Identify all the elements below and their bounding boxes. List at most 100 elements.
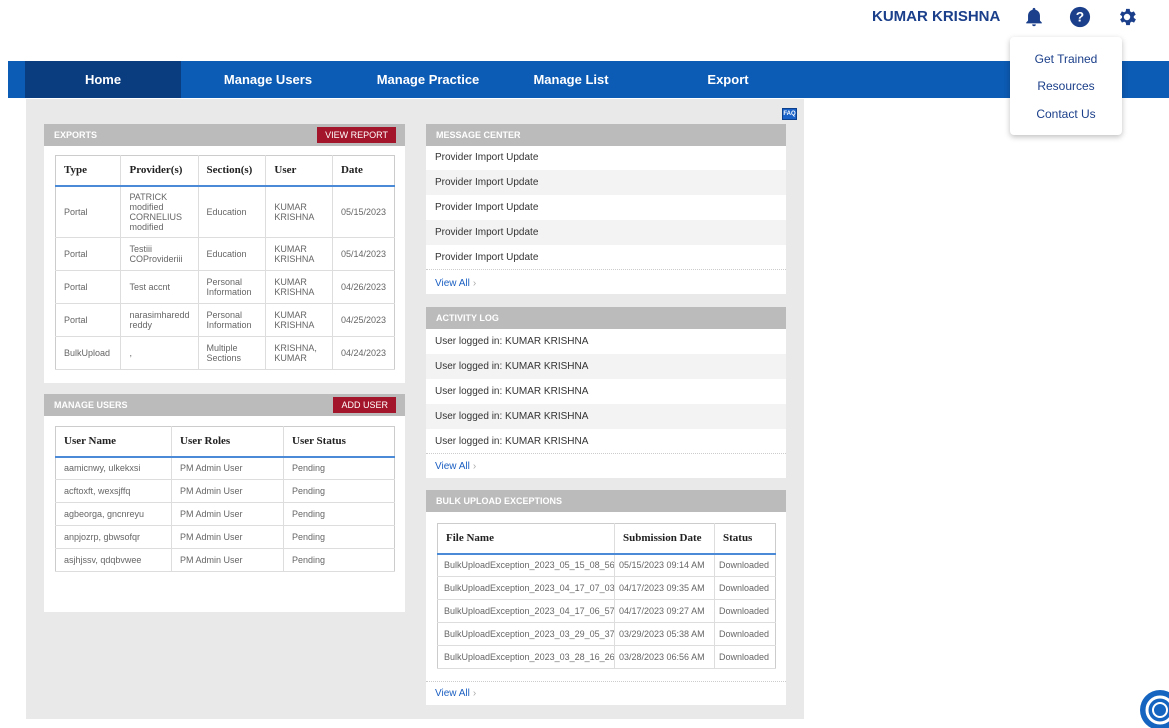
bell-icon[interactable] <box>1023 6 1045 28</box>
menu-get-trained[interactable]: Get Trained <box>1010 52 1122 66</box>
nav-manage-practice[interactable]: Manage Practice <box>358 61 498 98</box>
bulk-upload-panel: BULK UPLOAD EXCEPTIONS File Name Submiss… <box>426 490 786 705</box>
cell: Downloaded <box>714 622 776 646</box>
exports-panel: EXPORTS VIEW REPORT Type Provider(s) Sec… <box>44 124 405 383</box>
bulk-view-all-link[interactable]: View All › <box>435 688 476 699</box>
cell: KUMAR KRISHNA <box>265 270 333 304</box>
message-item[interactable]: Provider Import Update <box>426 220 786 245</box>
view-report-button[interactable]: VIEW REPORT <box>317 127 396 143</box>
cell: KUMAR KRISHNA <box>265 303 333 337</box>
col-sections[interactable]: Section(s) <box>198 155 267 187</box>
view-all-label: View All <box>435 688 470 699</box>
cell: KUMAR KRISHNA <box>265 237 333 271</box>
table-row[interactable]: BulkUploadException_2023_05_15_08_56.t 0… <box>437 553 776 577</box>
gear-icon[interactable] <box>1116 6 1138 28</box>
cell: 04/25/2023 <box>332 303 395 337</box>
table-row[interactable]: BulkUploadException_2023_03_29_05_37.t 0… <box>437 622 776 646</box>
table-row[interactable]: Portal narasimharedd reddy Personal Info… <box>55 303 395 337</box>
file-link[interactable]: BulkUploadException_2023_05_15_08_56.t <box>437 553 615 577</box>
table-row[interactable]: Portal Test accnt Personal Information K… <box>55 270 395 304</box>
cell: Portal <box>55 303 122 337</box>
table-row[interactable]: aamicnwy, ulkekxsi PM Admin User Pending <box>55 456 395 480</box>
table-row[interactable]: asjhjssv, qdqbvwee PM Admin User Pending <box>55 548 395 572</box>
col-file-name[interactable]: File Name <box>437 523 615 555</box>
activity-item: User logged in: KUMAR KRISHNA <box>435 336 589 347</box>
table-row[interactable]: BulkUploadException_2023_04_17_07_03.t 0… <box>437 576 776 600</box>
nav-export[interactable]: Export <box>673 61 783 98</box>
col-status[interactable]: Status <box>714 523 776 555</box>
exports-table: Type Provider(s) Section(s) User Date Po… <box>55 155 395 370</box>
activity-item: User logged in: KUMAR KRISHNA <box>426 429 786 454</box>
menu-resources[interactable]: Resources <box>1010 79 1122 93</box>
top-header: KUMAR KRISHNA ? <box>0 0 1169 60</box>
nav-home[interactable]: Home <box>25 61 181 98</box>
cell: 03/29/2023 05:38 AM <box>614 622 715 646</box>
bulk-upload-title: BULK UPLOAD EXCEPTIONS <box>426 490 786 512</box>
col-submission-date[interactable]: Submission Date <box>614 523 715 555</box>
file-link[interactable]: BulkUploadException_2023_04_17_07_03.t <box>437 576 615 600</box>
cell: KRISHNA, KUMAR <box>265 336 333 370</box>
cell: Portal <box>55 185 122 238</box>
table-row[interactable]: Portal PATRICK modified CORNELIUS modifi… <box>55 185 395 238</box>
svg-text:?: ? <box>1076 10 1084 25</box>
file-link[interactable]: BulkUploadException_2023_03_29_05_37.t <box>437 622 615 646</box>
cell: Education <box>198 237 267 271</box>
cell: Portal <box>55 237 122 271</box>
chevron-right-icon: › <box>472 688 477 699</box>
col-user[interactable]: User <box>265 155 333 187</box>
message-item[interactable]: Provider Import Update <box>426 170 786 195</box>
message-item[interactable]: Provider Import Update <box>426 195 786 220</box>
table-row[interactable]: BulkUploadException_2023_03_28_16_26.t 0… <box>437 645 776 669</box>
message-view-all-link[interactable]: View All › <box>435 278 476 289</box>
table-row[interactable]: BulkUpload , Multiple Sections KRISHNA, … <box>55 336 395 370</box>
table-row[interactable]: acftoxft, wexsjffq PM Admin User Pending <box>55 479 395 503</box>
cell: 04/24/2023 <box>332 336 395 370</box>
file-link[interactable]: BulkUploadException_2023_04_17_06_57.t <box>437 599 615 623</box>
col-providers[interactable]: Provider(s) <box>120 155 199 187</box>
cell: BulkUpload <box>55 336 122 370</box>
cell: 04/17/2023 09:35 AM <box>614 576 715 600</box>
table-row[interactable]: agbeorga, gncnreyu PM Admin User Pending <box>55 502 395 526</box>
col-date[interactable]: Date <box>332 155 395 187</box>
cell: Multiple Sections <box>198 336 267 370</box>
cell: Pending <box>283 479 395 503</box>
cell: Pending <box>283 548 395 572</box>
nav-manage-users[interactable]: Manage Users <box>198 61 338 98</box>
cell: , <box>120 336 199 370</box>
activity-log-title: ACTIVITY LOG <box>426 307 786 329</box>
cell: PM Admin User <box>171 525 284 549</box>
view-all-label: View All <box>435 461 470 472</box>
message-item[interactable]: Provider Import Update <box>426 145 786 170</box>
activity-item: User logged in: KUMAR KRISHNA <box>435 386 589 397</box>
nav-manage-list[interactable]: Manage List <box>511 61 631 98</box>
activity-item: User logged in: KUMAR KRISHNA <box>426 354 786 379</box>
add-user-button[interactable]: ADD USER <box>333 397 396 413</box>
chat-widget-icon[interactable] <box>1138 688 1169 728</box>
col-user-roles[interactable]: User Roles <box>171 426 284 458</box>
faq-icon[interactable]: FAQ <box>782 108 797 120</box>
col-user-name[interactable]: User Name <box>55 426 172 458</box>
settings-dropdown: Get Trained Resources Contact Us <box>1010 37 1122 135</box>
table-row[interactable]: BulkUploadException_2023_04_17_06_57.t 0… <box>437 599 776 623</box>
cell: 05/14/2023 <box>332 237 395 271</box>
activity-view-all-link[interactable]: View All › <box>435 461 476 472</box>
file-link[interactable]: BulkUploadException_2023_03_28_16_26.t <box>437 645 615 669</box>
cell: Downloaded <box>714 553 776 577</box>
menu-contact-us[interactable]: Contact Us <box>1010 107 1122 121</box>
help-icon[interactable]: ? <box>1069 6 1091 28</box>
cell: Testiii COProvideriii <box>120 237 199 271</box>
divider <box>426 681 786 682</box>
cell: Education <box>198 185 267 238</box>
col-type[interactable]: Type <box>55 155 122 187</box>
table-row[interactable]: Portal Testiii COProvideriii Education K… <box>55 237 395 271</box>
table-row[interactable]: anpjozrp, gbwsofqr PM Admin User Pending <box>55 525 395 549</box>
cell: 04/26/2023 <box>332 270 395 304</box>
cell: acftoxft, wexsjffq <box>55 479 172 503</box>
cell: agbeorga, gncnreyu <box>55 502 172 526</box>
username-label[interactable]: KUMAR KRISHNA <box>872 8 1000 25</box>
cell: narasimharedd reddy <box>120 303 199 337</box>
message-item[interactable]: Provider Import Update <box>426 245 786 270</box>
col-user-status[interactable]: User Status <box>283 426 395 458</box>
chevron-right-icon: › <box>472 461 477 472</box>
cell: 05/15/2023 <box>332 185 395 238</box>
